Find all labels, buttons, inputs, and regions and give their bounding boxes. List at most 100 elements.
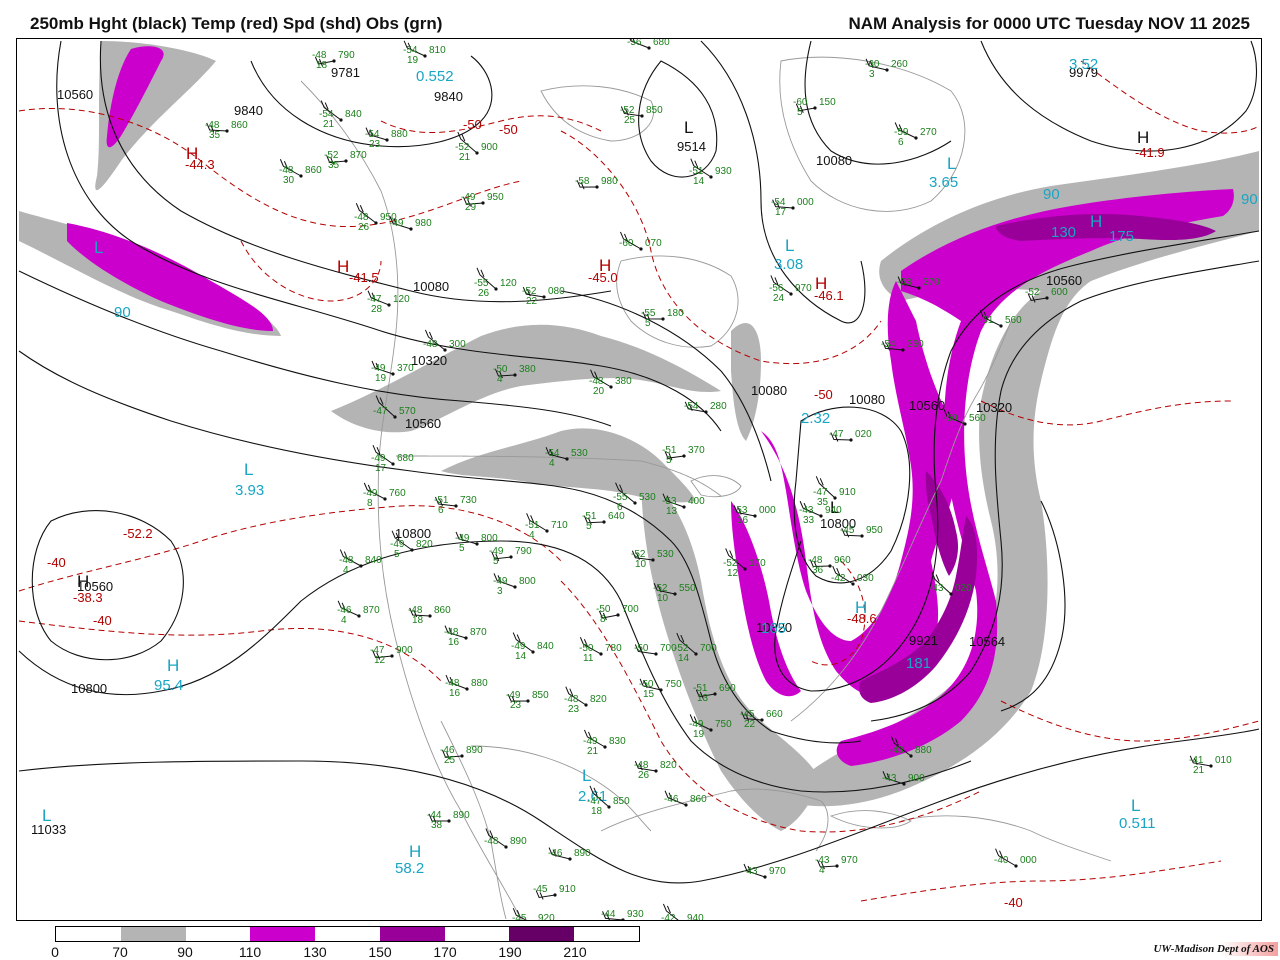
station-plot: -55 12026 [474,267,517,299]
obs-temperature: -54 [881,339,896,350]
station-plot: -48 86035 [205,120,248,141]
station-plot: -48 87016 [444,625,487,648]
station-dot [860,534,864,538]
obs-dewpoint-depression: 24 [773,293,785,304]
station-plot: -49 83021 [583,729,626,757]
obs-dewpoint-depression: 16 [448,637,460,648]
station-dot [819,514,823,518]
obs-height: 150 [819,97,836,108]
temperature-contour-label: -41.9 [1135,145,1165,160]
station-dot [526,699,530,703]
obs-height: 890 [453,810,470,821]
station-dot [393,415,397,419]
station-plot: -46 860 [664,790,707,807]
obs-height: 840 [365,555,382,566]
obs-height: 880 [471,678,488,689]
obs-temperature: -43 [743,866,758,877]
station-dot [410,548,414,552]
obs-height: 860 [690,794,707,805]
obs-height: 830 [609,736,626,747]
obs-height: 900 [908,773,925,784]
station-dot [409,227,413,231]
obs-dewpoint-depression: 16 [449,688,461,699]
legend-swatch [315,927,380,941]
station-dot [387,303,391,307]
obs-height: 840 [345,109,362,120]
station-plot: -47 90012 [370,645,413,666]
station-dot [531,650,535,654]
station-plot: -48 82023 [564,686,607,715]
obs-height: 760 [389,488,406,499]
station-dot [464,636,468,640]
obs-dewpoint-depression: 23 [369,139,381,150]
obs-dewpoint-depression: 15 [643,689,655,700]
obs-height: 970 [795,283,812,294]
obs-height: 530 [639,492,656,503]
temperature-contour-label: -40 [1004,895,1023,910]
obs-height: 820 [416,539,433,550]
station-dot [791,206,795,210]
station-dot [849,438,853,442]
obs-height: 280 [710,401,727,412]
station-plot: -43 9704 [815,855,858,876]
station-plot: -52 85025 [620,105,663,126]
height-contour-label: 10564 [969,634,1005,649]
station-plot: -54 00017 [771,197,814,218]
obs-temperature: -58 [575,176,590,187]
obs-dewpoint-depression: 19 [375,373,387,384]
station-dot [885,68,889,72]
isotherm [1000,700,1260,742]
station-dot [1209,764,1213,768]
obs-height: 010 [1215,755,1232,766]
height-contour-label: 10800 [71,681,107,696]
station-plot: -47 020 [829,429,872,442]
legend-tick-label: 210 [563,944,587,960]
obs-dewpoint-depression: 38 [431,820,443,831]
temperature-contour-label: -41.5 [349,270,379,285]
obs-dewpoint-depression: 4 [497,374,503,385]
obs-dewpoint-depression: 19 [693,729,705,740]
isotherm [860,860,1222,902]
height-contour-label: 10080 [849,392,885,407]
station-plot: -46 890 [548,847,591,861]
obs-temperature: -51 [979,315,994,326]
legend-swatch [444,927,510,941]
station-plot: -45 910 [533,884,576,900]
station-dot [639,247,643,251]
obs-temperature: -56 [627,39,642,48]
station-dot [391,462,395,466]
obs-dewpoint-depression: 10 [657,593,669,604]
station-plot: -49 8003 [493,573,536,597]
arctic-islands [540,85,654,142]
obs-dewpoint-depression: 22 [526,296,538,307]
wind-speed-label: 3.65 [929,174,958,191]
obs-height: 700 [622,604,639,615]
high-center-marker: H [409,842,421,861]
obs-temperature: -50 [943,413,958,424]
station-dot [513,373,517,377]
obs-height: 690 [719,683,736,694]
wind-speed-label: 130 [1051,224,1076,241]
obs-height: 840 [537,641,554,652]
obs-height: 970 [769,866,786,877]
obs-height: 560 [969,413,986,424]
station-dot [423,54,427,58]
station-dot [902,782,906,786]
obs-height: 860 [305,165,322,176]
station-plot: -43 970 [743,863,786,879]
station-plot: -48 300 [423,329,466,352]
obs-dewpoint-depression: 35 [209,130,221,141]
obs-dewpoint-depression: 23 [510,700,522,711]
obs-temperature: -60 [619,238,634,249]
obs-height: 790 [515,546,532,557]
obs-height: 970 [841,855,858,866]
station-plot: -49 980 [389,216,432,231]
obs-height: 000 [759,505,776,516]
obs-height: 860 [231,120,248,131]
station-dot [1045,296,1049,300]
obs-height: 360 [907,339,924,350]
low-center-marker: L [94,238,103,257]
station-plot: -52 90021 [455,131,498,163]
obs-height: 300 [449,339,466,350]
station-dot [616,613,620,617]
